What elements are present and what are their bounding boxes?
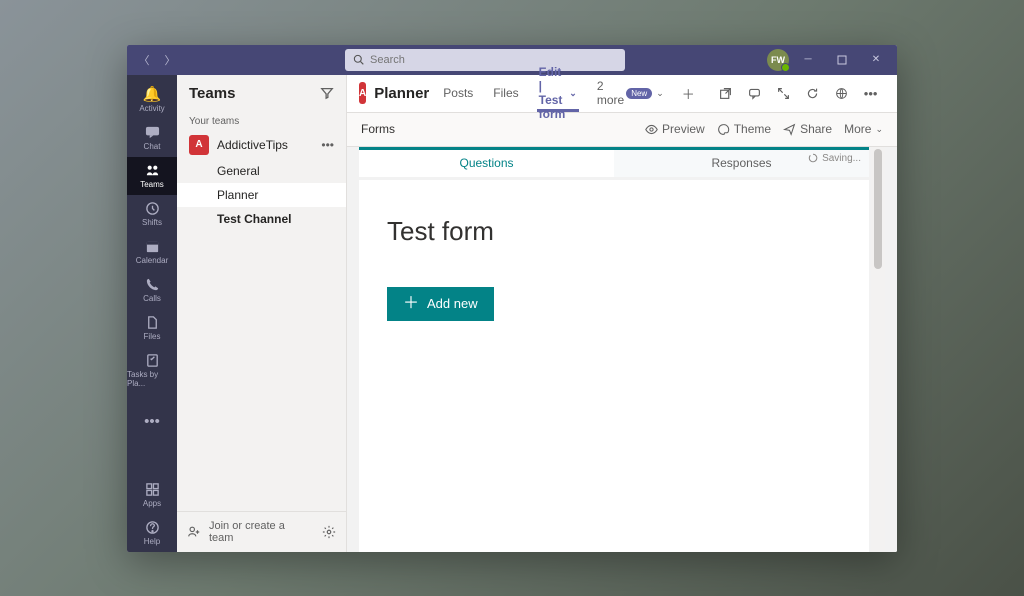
rail-help[interactable]: Help bbox=[127, 514, 177, 552]
forms-tabs: Questions Responses bbox=[359, 147, 869, 177]
rail-more[interactable]: ••• bbox=[127, 408, 177, 435]
rail-label: Calendar bbox=[136, 256, 168, 265]
join-team-icon bbox=[187, 525, 201, 539]
titlebar: 〈 〉 FW ─ ✕ bbox=[127, 45, 897, 75]
rail-calendar[interactable]: Calendar bbox=[127, 233, 177, 271]
rail-files[interactable]: Files bbox=[127, 309, 177, 347]
channel-avatar: A bbox=[359, 82, 366, 104]
scrollbar[interactable] bbox=[871, 147, 885, 552]
rail-shifts[interactable]: Shifts bbox=[127, 195, 177, 233]
rail-label: Activity bbox=[139, 104, 164, 113]
channel-test[interactable]: Test Channel bbox=[177, 207, 346, 231]
tab-files[interactable]: Files bbox=[487, 74, 524, 112]
plus-icon: ＋ bbox=[403, 296, 419, 312]
rail-apps[interactable]: Apps bbox=[127, 476, 177, 514]
app-rail: 🔔 Activity Chat Teams Shifts bbox=[127, 75, 177, 552]
chevron-down-icon: ⌄ bbox=[875, 124, 883, 135]
add-tab-button[interactable]: ＋ bbox=[678, 84, 699, 103]
rail-label: Tasks by Pla... bbox=[127, 370, 177, 388]
rail-label: Files bbox=[144, 332, 161, 341]
team-row[interactable]: A AddictiveTips ••• bbox=[177, 131, 346, 159]
apps-icon bbox=[145, 482, 160, 497]
teams-icon bbox=[145, 163, 160, 178]
phone-icon bbox=[145, 277, 160, 292]
form-card: Test form ＋ Add new bbox=[359, 180, 869, 552]
bell-icon: 🔔 bbox=[143, 87, 162, 102]
tab-more[interactable]: 2 more New ⌄ bbox=[591, 74, 670, 112]
search-box[interactable] bbox=[345, 49, 625, 71]
team-avatar: A bbox=[189, 135, 209, 155]
share-button[interactable]: Share bbox=[783, 122, 832, 136]
rail-activity[interactable]: 🔔 Activity bbox=[127, 81, 177, 119]
search-input[interactable] bbox=[370, 54, 617, 66]
filter-icon[interactable] bbox=[320, 86, 334, 100]
more-icon: ••• bbox=[144, 414, 160, 429]
chevron-down-icon: ⌄ bbox=[569, 88, 577, 99]
tab-edit-form[interactable]: Edit | Test form ⌄ bbox=[533, 74, 583, 112]
channel-planner[interactable]: Planner bbox=[177, 183, 346, 207]
user-avatar[interactable]: FW bbox=[767, 49, 789, 71]
theme-button[interactable]: Theme bbox=[717, 122, 771, 136]
chevron-down-icon: ⌄ bbox=[656, 88, 664, 99]
settings-gear-icon[interactable] bbox=[322, 525, 336, 539]
rail-label: Chat bbox=[144, 142, 161, 151]
nav-back-button[interactable]: 〈 bbox=[133, 49, 155, 71]
conversation-icon[interactable] bbox=[744, 87, 765, 100]
add-new-button[interactable]: ＋ Add new bbox=[387, 287, 494, 321]
main-content: A Planner Posts Files Edit | Test form ⌄… bbox=[347, 75, 897, 552]
nav-forward-button[interactable]: 〉 bbox=[159, 49, 181, 71]
chat-icon bbox=[145, 125, 160, 140]
channel-general[interactable]: General bbox=[177, 159, 346, 183]
channel-header: A Planner Posts Files Edit | Test form ⌄… bbox=[347, 75, 897, 113]
search-icon bbox=[353, 54, 364, 65]
saving-indicator: Saving... bbox=[808, 153, 861, 164]
form-title[interactable]: Test form bbox=[387, 216, 841, 247]
tab-questions[interactable]: Questions bbox=[359, 150, 614, 177]
rail-label: Calls bbox=[143, 294, 161, 303]
window-maximize-button[interactable] bbox=[827, 46, 857, 74]
new-badge: New bbox=[626, 88, 652, 99]
team-name: AddictiveTips bbox=[217, 138, 313, 152]
section-your-teams: Your teams bbox=[177, 110, 346, 131]
channel-title: Planner bbox=[374, 85, 429, 102]
rail-tasks[interactable]: Tasks by Pla... bbox=[127, 347, 177, 394]
rail-label: Teams bbox=[140, 180, 164, 189]
window-minimize-button[interactable]: ─ bbox=[793, 46, 823, 74]
teams-title: Teams bbox=[189, 85, 235, 102]
join-team-link[interactable]: Join or create a team bbox=[209, 520, 306, 544]
expand-icon[interactable] bbox=[773, 87, 794, 100]
app-window: 〈 〉 FW ─ ✕ 🔔 Activity Chat bbox=[127, 45, 897, 552]
shifts-icon bbox=[145, 201, 160, 216]
rail-label: Shifts bbox=[142, 218, 162, 227]
calendar-icon bbox=[145, 239, 160, 254]
popout-icon[interactable] bbox=[715, 87, 736, 100]
help-icon bbox=[145, 520, 160, 535]
rail-calls[interactable]: Calls bbox=[127, 271, 177, 309]
window-close-button[interactable]: ✕ bbox=[861, 46, 891, 74]
reload-icon[interactable] bbox=[802, 87, 823, 100]
teams-panel: Teams Your teams A AddictiveTips ••• Gen… bbox=[177, 75, 347, 552]
rail-chat[interactable]: Chat bbox=[127, 119, 177, 157]
forms-title: Forms bbox=[361, 122, 633, 136]
files-icon bbox=[145, 315, 160, 330]
tasks-icon bbox=[145, 353, 160, 368]
globe-icon[interactable] bbox=[831, 87, 852, 100]
team-more-icon[interactable]: ••• bbox=[321, 138, 334, 152]
rail-teams[interactable]: Teams bbox=[127, 157, 177, 195]
more-options-icon[interactable]: ••• bbox=[860, 86, 882, 101]
forms-body: Questions Responses Saving... Test form … bbox=[347, 147, 897, 552]
rail-label: Help bbox=[144, 537, 160, 546]
tab-posts[interactable]: Posts bbox=[437, 74, 479, 112]
more-button[interactable]: More ⌄ bbox=[844, 122, 883, 136]
forms-toolbar: Forms Preview Theme Share More ⌄ bbox=[347, 113, 897, 147]
preview-button[interactable]: Preview bbox=[645, 122, 705, 136]
rail-label: Apps bbox=[143, 499, 161, 508]
